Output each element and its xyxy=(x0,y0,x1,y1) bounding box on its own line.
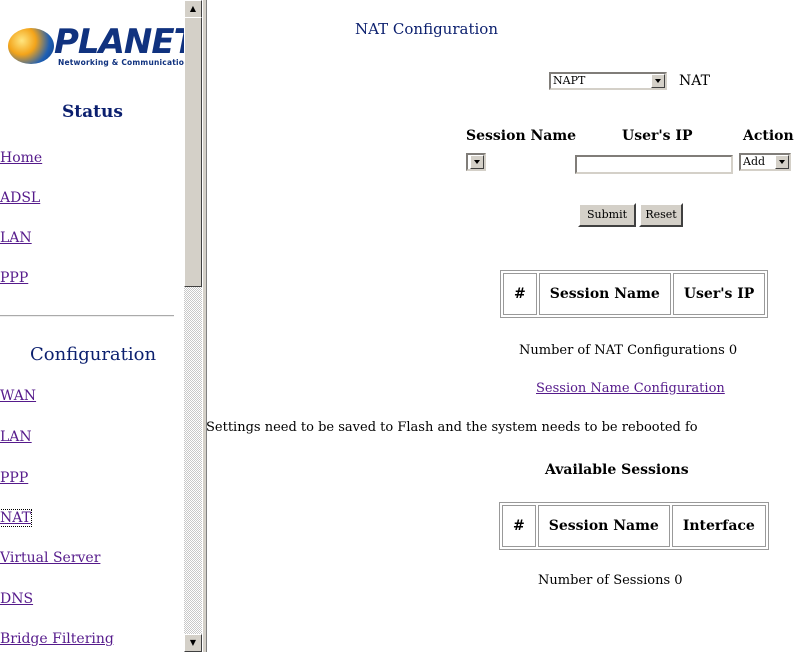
planet-logo: PLANET Networking & Communication xyxy=(6,22,184,68)
available-sessions-table: # Session Name Interface xyxy=(499,502,769,550)
chevron-down-icon xyxy=(470,155,484,169)
nat-config-count: Number of NAT Configurations 0 xyxy=(519,343,738,358)
nav-link-virtual-server[interactable]: Virtual Server xyxy=(0,550,100,566)
table-header-row: # Session Name Interface xyxy=(502,505,766,547)
scrollbar-thumb[interactable] xyxy=(184,17,202,287)
scroll-down-button[interactable]: ▼ xyxy=(184,634,202,652)
nav-link-home[interactable]: Home xyxy=(0,150,42,166)
nav-link-adsl[interactable]: ADSL xyxy=(0,190,40,206)
status-section-title: Status xyxy=(62,102,123,122)
save-notice: Settings need to be saved to Flash and t… xyxy=(207,420,698,435)
globe-icon xyxy=(8,28,54,64)
nav-link-lan-config[interactable]: LAN xyxy=(0,429,32,445)
col-users-ip: User's IP xyxy=(672,273,766,315)
reset-button[interactable]: Reset xyxy=(639,203,683,227)
nat-mode-label: NAT xyxy=(679,73,710,89)
session-name-config-link[interactable]: Session Name Configuration xyxy=(536,381,725,396)
section-divider xyxy=(0,315,174,317)
nat-mode-value: NAPT xyxy=(553,74,586,87)
col-session-name: Session Name xyxy=(538,273,671,315)
nav-link-lan-status[interactable]: LAN xyxy=(0,230,32,246)
logo-wordmark: PLANET xyxy=(54,22,184,62)
page-title: NAT Configuration xyxy=(355,20,498,38)
configuration-section-title: Configuration xyxy=(30,344,157,365)
logo-tagline: Networking & Communication xyxy=(58,58,184,67)
session-name-header: Session Name xyxy=(466,128,577,144)
chevron-down-icon xyxy=(775,155,789,169)
nav-link-dns[interactable]: DNS xyxy=(0,591,33,607)
col-number: # xyxy=(503,273,537,315)
nav-link-ppp-config[interactable]: PPP xyxy=(0,470,28,486)
action-select[interactable]: Add xyxy=(739,153,791,171)
action-header: Action xyxy=(743,128,794,144)
nav-link-wan[interactable]: WAN xyxy=(0,388,36,404)
navigation-scrollbar[interactable]: ▲ ▼ xyxy=(184,0,202,652)
sessions-count: Number of Sessions 0 xyxy=(538,573,683,588)
main-content: NAT Configuration NAPT NAT Session Name … xyxy=(207,0,796,652)
navigation-frame: PLANET Networking & Communication Status… xyxy=(0,0,184,652)
col-session-name: Session Name xyxy=(537,505,670,547)
action-value: Add xyxy=(743,155,766,168)
nav-link-nat[interactable]: NAT xyxy=(0,509,32,527)
col-interface: Interface xyxy=(671,505,766,547)
chevron-down-icon xyxy=(651,74,665,88)
nat-config-table: # Session Name User's IP xyxy=(500,270,769,318)
session-name-select[interactable] xyxy=(466,153,486,171)
users-ip-input[interactable] xyxy=(575,155,733,174)
submit-button[interactable]: Submit xyxy=(578,203,636,227)
users-ip-header: User's IP xyxy=(622,128,693,144)
col-number: # xyxy=(502,505,536,547)
table-header-row: # Session Name User's IP xyxy=(503,273,766,315)
scroll-up-button[interactable]: ▲ xyxy=(184,0,202,18)
available-sessions-title: Available Sessions xyxy=(545,462,689,478)
nav-link-ppp-status[interactable]: PPP xyxy=(0,270,28,286)
nav-link-bridge-filtering[interactable]: Bridge Filtering xyxy=(0,631,114,647)
nat-mode-select[interactable]: NAPT xyxy=(549,72,667,90)
